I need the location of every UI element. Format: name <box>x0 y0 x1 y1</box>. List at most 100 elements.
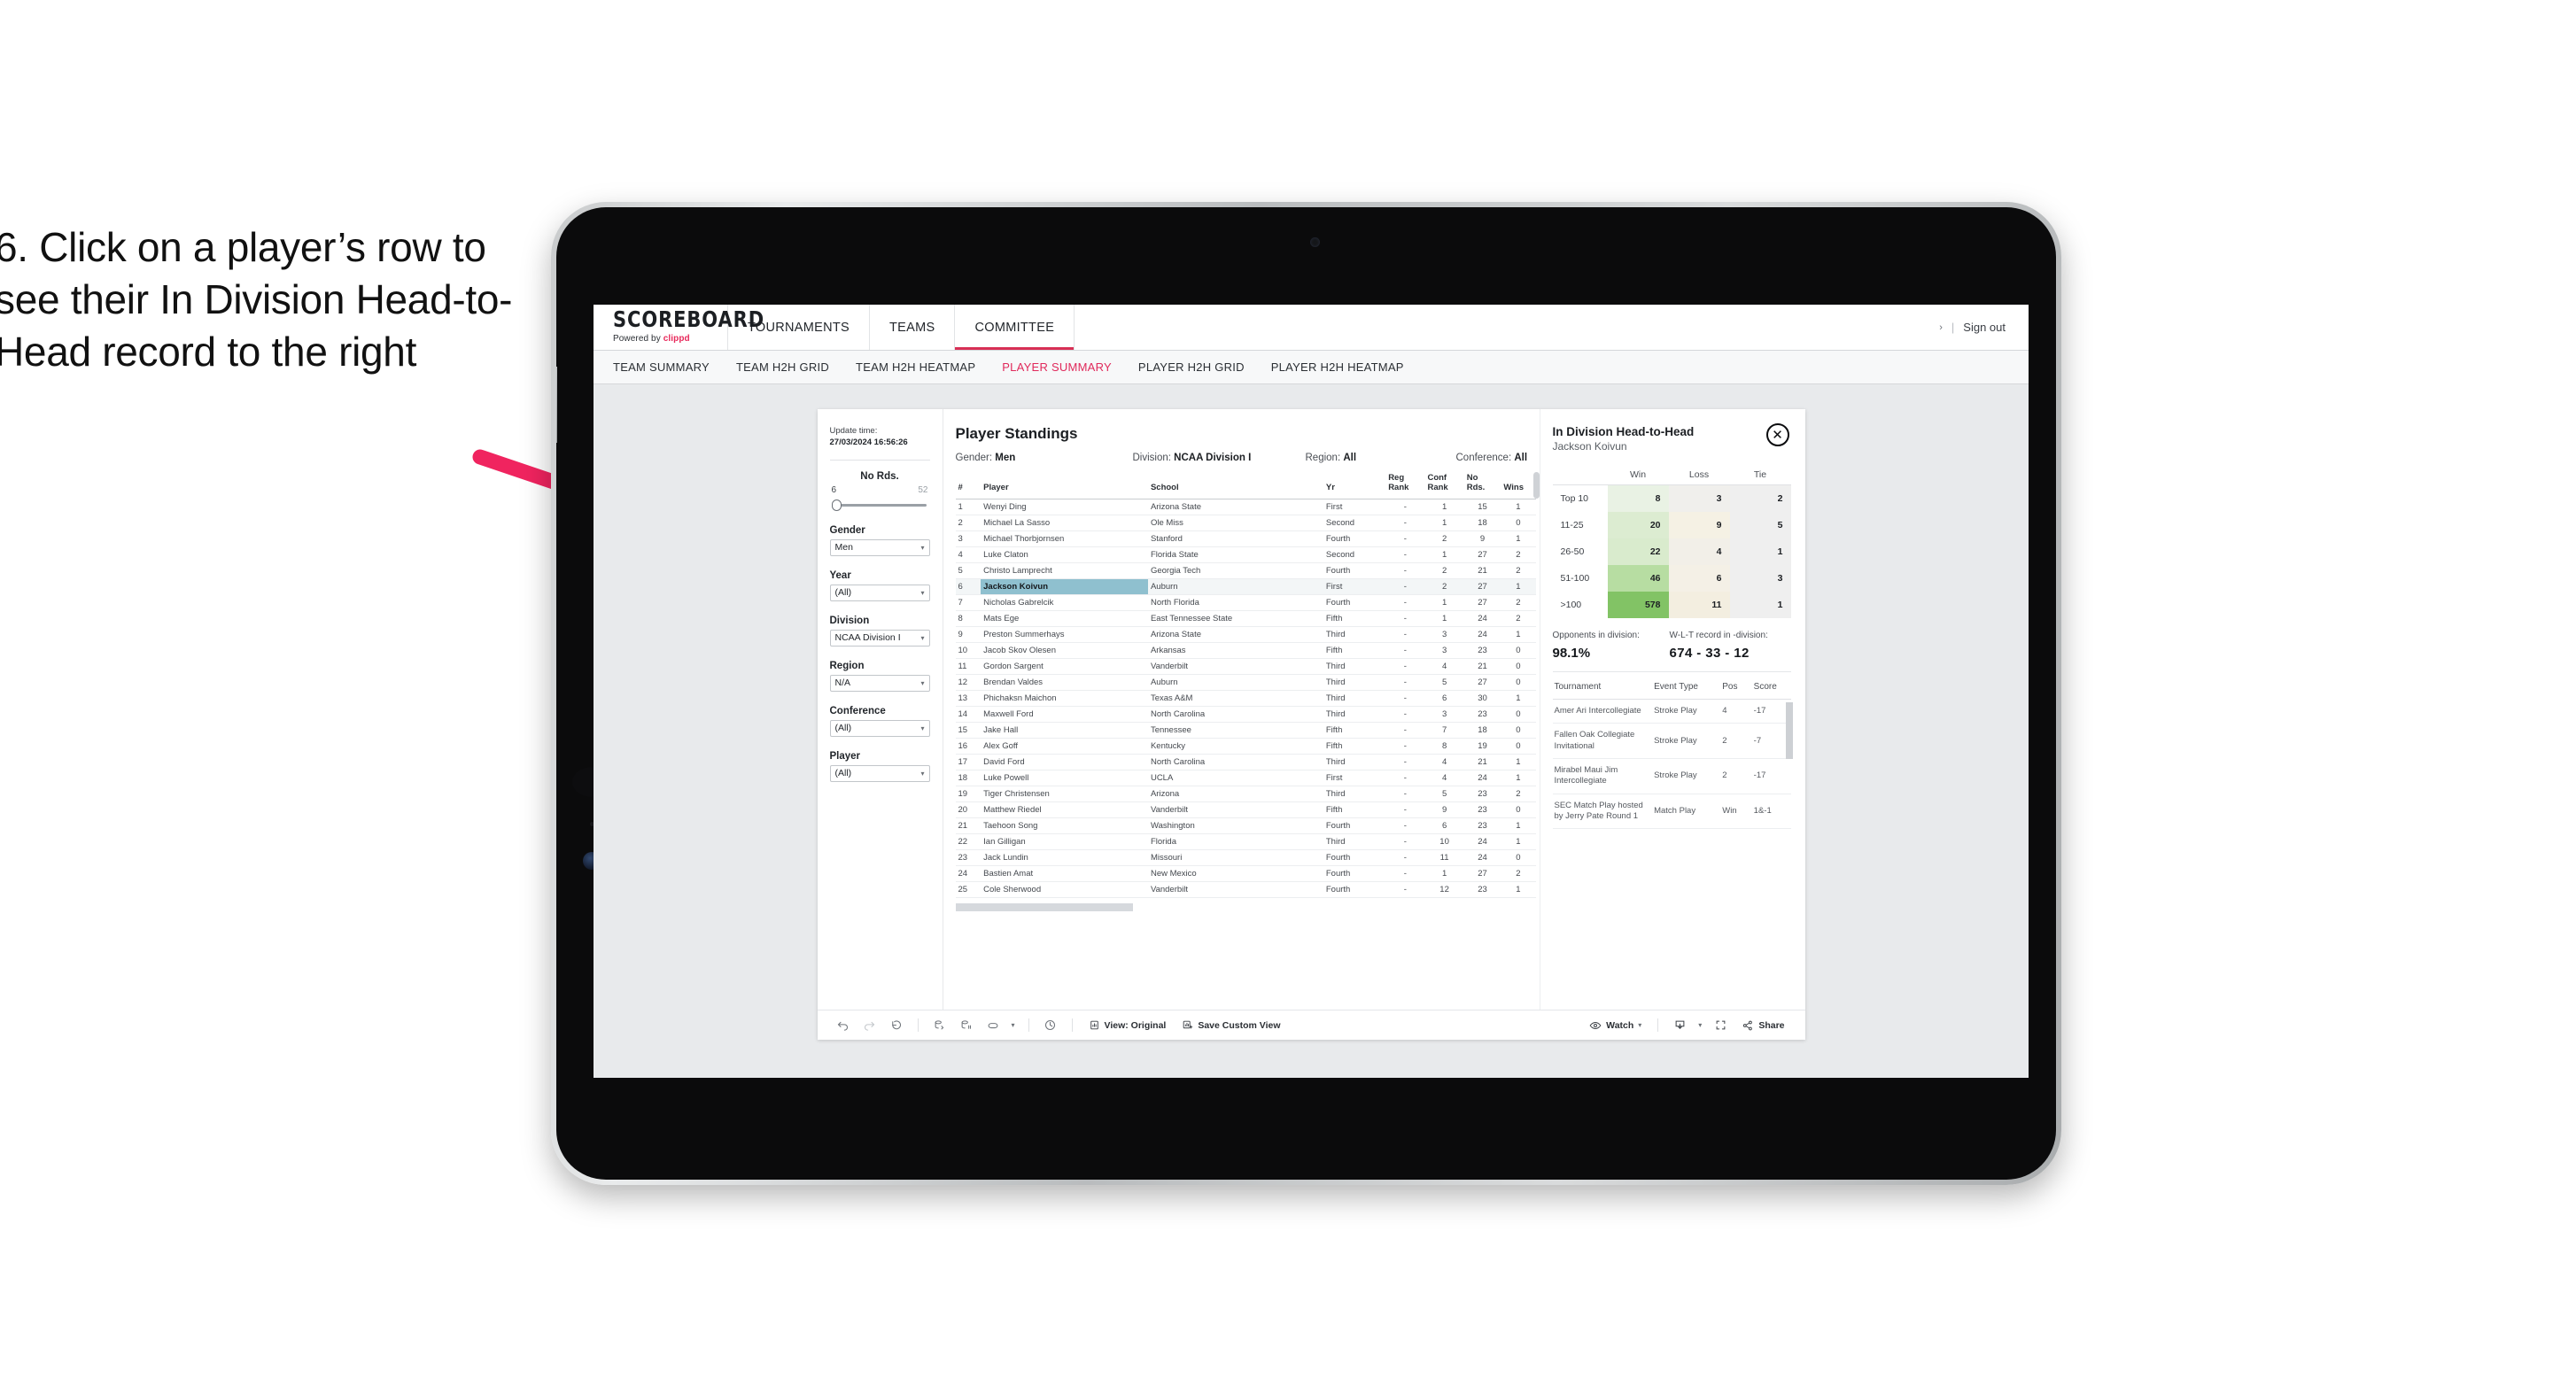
table-row[interactable]: 5 Christo Lamprecht Georgia Tech Fourth -2 21… <box>955 562 1536 579</box>
watch-button[interactable]: Watch ▾ <box>1581 1019 1649 1032</box>
col-yr[interactable]: Yr <box>1323 472 1386 499</box>
filter-gender: Gender Men ▾ <box>829 525 930 556</box>
chevron-down-icon: ▾ <box>920 724 925 732</box>
volume-button[interactable] <box>556 367 557 443</box>
save-custom-view-button[interactable]: Save Custom View <box>1174 1019 1288 1031</box>
filter-year-select[interactable]: (All) ▾ <box>829 584 930 601</box>
table-row[interactable]: 3 Michael Thorbjornsen Stanford Fourth -2 9 1 <box>955 530 1536 547</box>
filter-division-select[interactable]: NCAA Division I ▾ <box>829 629 930 647</box>
brand-logo[interactable]: SCOREBOARD Powered by clippd <box>594 305 764 350</box>
col-reg-rank[interactable]: Reg Rank <box>1385 472 1425 499</box>
col-no-rds[interactable]: No Rds. <box>1463 472 1501 499</box>
col-rank[interactable]: # <box>955 472 982 499</box>
standings-cell-reg-rank: - <box>1385 833 1425 850</box>
redo-icon[interactable] <box>857 1018 883 1032</box>
refresh-data-icon[interactable] <box>927 1018 953 1032</box>
nav-item-committee[interactable]: COMMITTEE <box>955 305 1075 350</box>
table-row[interactable]: 6 Jackson Koivun Auburn First -2 27 1 <box>955 578 1536 595</box>
standings-cell-reg-rank: - <box>1385 642 1425 659</box>
chevron-down-icon[interactable]: ▾ <box>1006 1021 1020 1029</box>
table-row[interactable]: 19 Tiger Christensen Arizona Third -5 23 2 <box>955 786 1536 802</box>
table-row[interactable]: 9 Preston Summerhays Arizona State Third -3 2… <box>955 626 1536 643</box>
standings-cell-yr: Fourth <box>1323 849 1386 866</box>
tournament-thead: Tournament Event Type Pos Score <box>1552 674 1791 700</box>
chevron-right-icon[interactable]: › <box>1939 322 1943 333</box>
table-row[interactable]: 25 Cole Sherwood Vanderbilt Fourth -12 23 1 <box>955 881 1536 898</box>
rounds-slider[interactable] <box>830 499 930 511</box>
table-row[interactable]: 8 Mats Ege East Tennessee State Fifth -1 24 2 <box>955 610 1536 627</box>
col-event-type[interactable]: Event Type <box>1652 674 1721 700</box>
col-tournament[interactable]: Tournament <box>1552 674 1653 700</box>
table-row[interactable]: 22 Ian Gilligan Florida Third -10 24 1 <box>955 833 1536 850</box>
view-original-button[interactable]: View: Original <box>1081 1019 1175 1031</box>
revert-icon[interactable] <box>883 1018 910 1032</box>
standings-cell-conf-rank: 9 <box>1424 801 1464 818</box>
pause-data-icon[interactable] <box>953 1018 980 1032</box>
chevron-down-icon[interactable]: ▾ <box>1693 1021 1707 1029</box>
col-score[interactable]: Score <box>1751 674 1791 700</box>
tournament-row[interactable]: Amer Ari Intercollegiate Stroke Play 4 -17 <box>1552 699 1791 724</box>
standings-hscroll-rail <box>955 902 1536 911</box>
standings-horizontal-scrollbar[interactable] <box>955 902 1133 911</box>
header-divider: | <box>1951 321 1955 334</box>
table-row[interactable]: 14 Maxwell Ford North Carolina Third -3 23 0 <box>955 706 1536 723</box>
tournament-row[interactable]: SEC Match Play hosted by Jerry Pate Roun… <box>1552 794 1791 830</box>
col-school[interactable]: School <box>1147 472 1323 499</box>
slider-handle[interactable] <box>831 499 842 511</box>
meta-conference: Conference: All <box>1456 453 1528 463</box>
pause-updates-icon[interactable] <box>980 1018 1006 1032</box>
col-player[interactable]: Player <box>981 472 1148 499</box>
table-row[interactable]: 18 Luke Powell UCLA First -4 24 1 <box>955 770 1536 786</box>
table-row[interactable]: 12 Brendan Valdes Auburn Third -5 27 0 <box>955 674 1536 691</box>
tab-team-h2h-heatmap[interactable]: TEAM H2H HEATMAP <box>856 360 975 374</box>
sign-out-link[interactable]: Sign out <box>1963 321 2006 334</box>
download-icon[interactable] <box>1666 1018 1693 1032</box>
filter-gender-select[interactable]: Men ▾ <box>829 538 930 556</box>
standings-cell-player: Mats Ege <box>981 610 1148 627</box>
table-row[interactable]: 15 Jake Hall Tennessee Fifth -7 18 0 <box>955 722 1536 739</box>
table-row[interactable]: 21 Taehoon Song Washington Fourth -6 23 1 <box>955 817 1536 834</box>
col-wins[interactable]: Wins <box>1501 472 1536 499</box>
table-row[interactable]: 11 Gordon Sargent Vanderbilt Third -4 21 0 <box>955 658 1536 675</box>
table-row[interactable]: 24 Bastien Amat New Mexico Fourth -1 27 2 <box>955 865 1536 882</box>
table-row[interactable]: 13 Phichaksn Maichon Texas A&M Third -6 30 1 <box>955 690 1536 707</box>
tournament-row[interactable]: Fallen Oak Collegiate Invitational Stroke… <box>1552 723 1791 760</box>
tab-team-h2h-grid[interactable]: TEAM H2H GRID <box>736 360 829 374</box>
nav-item-teams[interactable]: TEAMS <box>870 305 956 350</box>
tab-player-h2h-heatmap[interactable]: PLAYER H2H HEATMAP <box>1271 360 1404 374</box>
tournament-scrollbar[interactable] <box>1785 702 1793 759</box>
tab-player-summary[interactable]: PLAYER SUMMARY <box>1002 360 1112 374</box>
filter-region-select[interactable]: N/A ▾ <box>829 674 930 692</box>
fullscreen-icon[interactable] <box>1707 1018 1734 1032</box>
close-icon[interactable]: ✕ <box>1765 423 1789 446</box>
pause-refresh-icon[interactable] <box>1037 1018 1064 1032</box>
col-pos[interactable]: Pos <box>1720 674 1752 700</box>
table-row[interactable]: 23 Jack Lundin Missouri Fourth -11 24 0 <box>955 849 1536 866</box>
table-row[interactable]: 16 Alex Goff Kentucky Fifth -8 19 0 <box>955 738 1536 755</box>
standings-thead: # Player School Yr Reg Rank Conf Rank No… <box>955 472 1536 499</box>
standings-vertical-scrollbar[interactable] <box>1532 472 1540 499</box>
h2h-tbody: Top 10 8 3 2 11-25 20 9 5 26-50 22 4 1 51-100 46 6 3 >10… <box>1552 484 1791 618</box>
tab-player-h2h-grid[interactable]: PLAYER H2H GRID <box>1138 360 1245 374</box>
bottom-toolbar: ▾ View: Original Save Custom View Watch … <box>817 1010 1805 1040</box>
table-row[interactable]: 20 Matthew Riedel Vanderbilt Fifth -9 23 0 <box>955 801 1536 818</box>
table-row[interactable]: 2 Michael La Sasso Ole Miss Second -1 18 0 <box>955 515 1536 531</box>
tournament-row[interactable]: Mirabel Maui Jim Intercollegiate Stroke P… <box>1552 758 1791 794</box>
table-row[interactable]: 4 Luke Claton Florida State Second -1 27 2 <box>955 546 1536 563</box>
filter-player-select[interactable]: (All) ▾ <box>829 764 930 782</box>
table-row[interactable]: 10 Jacob Skov Olesen Arkansas Fifth -3 23 0 <box>955 642 1536 659</box>
table-row[interactable]: 1 Wenyi Ding Arizona State First -1 15 1 <box>955 499 1536 515</box>
tournament-cell-pos: Win <box>1720 794 1752 830</box>
toolbar-divider <box>1071 1018 1073 1032</box>
standings-cell-conf-rank: 1 <box>1424 499 1464 515</box>
tab-team-summary[interactable]: TEAM SUMMARY <box>613 360 710 374</box>
table-row[interactable]: 7 Nicholas Gabrelcik North Florida Fourth -1… <box>955 594 1536 611</box>
share-button[interactable]: Share <box>1734 1019 1792 1032</box>
col-conf-rank[interactable]: Conf Rank <box>1424 472 1464 499</box>
undo-icon[interactable] <box>830 1018 857 1032</box>
standings-cell-rank: 25 <box>955 881 982 898</box>
standings-cell-reg-rank: - <box>1385 546 1425 563</box>
filter-conference-select[interactable]: (All) ▾ <box>829 719 930 737</box>
filter-conference: Conference (All) ▾ <box>829 706 930 737</box>
table-row[interactable]: 17 David Ford North Carolina Third -4 21 1 <box>955 754 1536 770</box>
